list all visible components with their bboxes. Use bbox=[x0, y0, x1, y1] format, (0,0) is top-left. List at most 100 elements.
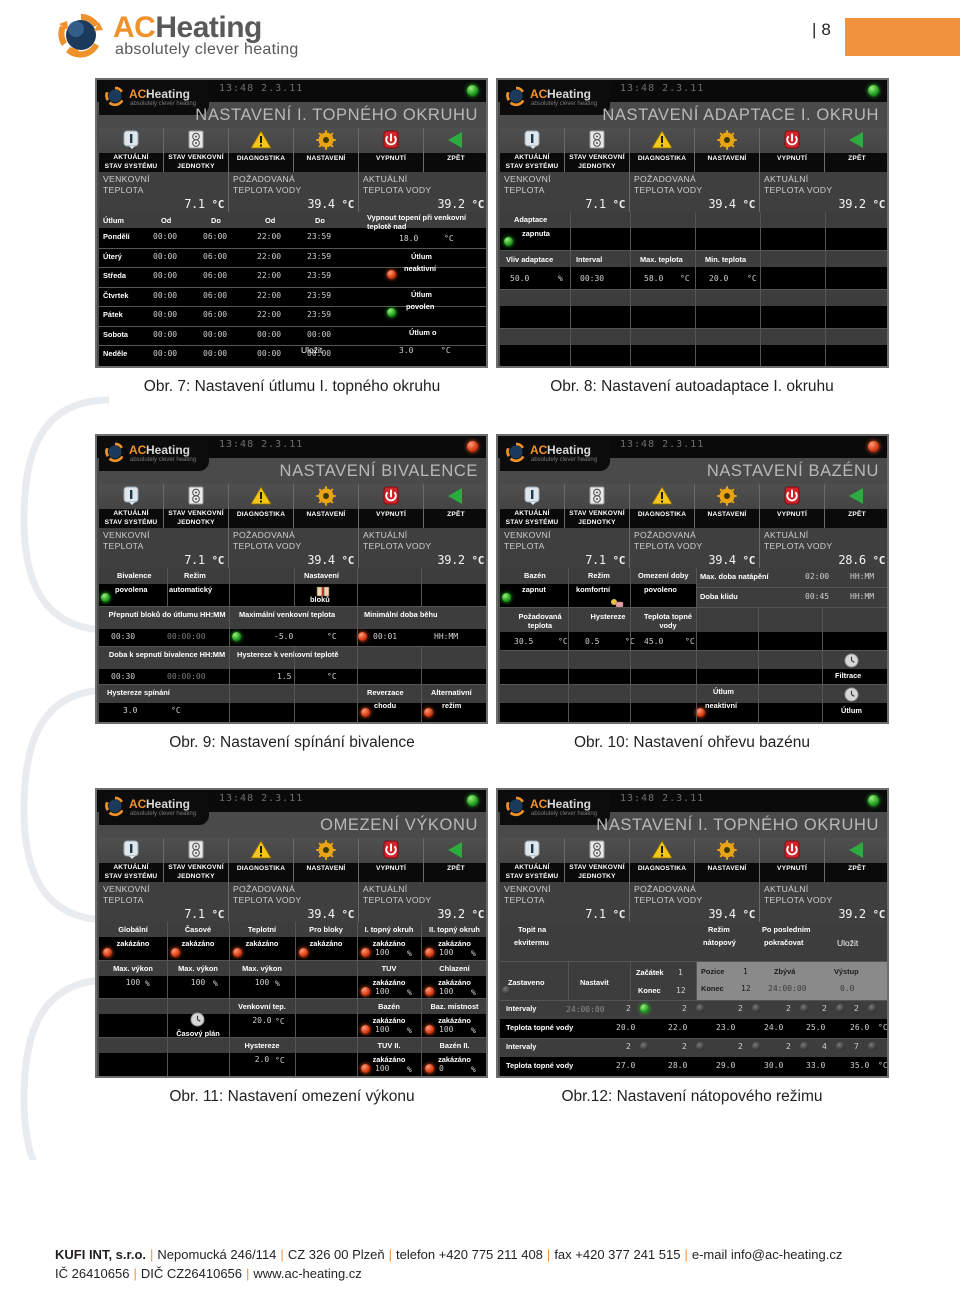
utlum-state2-label1: Útlum bbox=[411, 290, 432, 299]
hmi-divider bbox=[421, 568, 422, 606]
nav-button-2[interactable]: STAV VENKOVNÍ JEDNOTKY bbox=[565, 128, 630, 172]
clock-icon[interactable] bbox=[844, 687, 859, 702]
hmi-divider bbox=[758, 651, 759, 684]
hmi-screen-fig11[interactable]: 13:48 2.3.11 AC Heating absolutely clever h… bbox=[95, 788, 488, 1078]
pool-led bbox=[502, 593, 511, 602]
gear-icon bbox=[716, 130, 738, 150]
nav-button-1[interactable]: AKTUÁLNÍ STAV SYSTÉMU bbox=[500, 838, 565, 882]
nav-button-3[interactable]: DIAGNOSTIKA bbox=[630, 484, 695, 528]
nav-button-2[interactable]: STAV VENKOVNÍ JEDNOTKY bbox=[565, 484, 630, 528]
schedule-do1-2: 06:00 bbox=[203, 251, 228, 261]
dry-tw2-val-2: 28.0 bbox=[668, 1061, 688, 1070]
dry-set-button[interactable]: Nastavit bbox=[580, 978, 609, 987]
nav-button-1[interactable]: AKTUÁLNÍ STAV SYSTÉMU bbox=[99, 484, 164, 528]
dry-iv1-led-4 bbox=[800, 1004, 809, 1013]
biv-switch-time-val: 00:30 bbox=[111, 672, 136, 681]
figure-grid: 13:48 2.3.11 AC Heating absolutely clever h… bbox=[0, 78, 960, 1142]
nav-button-5[interactable]: VYPNUTÍ bbox=[760, 484, 825, 528]
temperature-cell-2: POŽADOVANÁ TEPLOTA VODY 39.4 °C bbox=[229, 172, 359, 212]
footer-line-1-part-3: CZ 326 00 Plzeň bbox=[287, 1247, 385, 1262]
hmi-screen-fig7[interactable]: 13:48 2.3.11 AC Heating absolutely clever h… bbox=[95, 78, 488, 368]
nav-button-5[interactable]: VYPNUTÍ bbox=[359, 838, 424, 882]
nav-button-6[interactable]: ZPĚT bbox=[825, 484, 887, 528]
hmi-divider bbox=[295, 922, 296, 1076]
nav-button-4[interactable]: NASTAVENÍ bbox=[294, 838, 359, 882]
biv-h-hyst-outdoor: Hystereze k venkovní teplotě bbox=[237, 650, 339, 659]
nav-button-1[interactable]: AKTUÁLNÍ STAV SYSTÉMU bbox=[99, 128, 164, 172]
nav-button-3[interactable]: DIAGNOSTIKA bbox=[630, 838, 695, 882]
nav-button-3[interactable]: DIAGNOSTIKA bbox=[229, 838, 294, 882]
pool-v2-3: 45.0 bbox=[644, 637, 664, 646]
hmi-screen-fig10[interactable]: 13:48 2.3.11 AC Heating absolutely clever h… bbox=[496, 434, 889, 724]
nav-button-1[interactable]: AKTUÁLNÍ STAV SYSTÉMU bbox=[500, 484, 565, 528]
hmi-logo-heating: Heating bbox=[547, 443, 592, 457]
nav-button-3[interactable]: DIAGNOSTIKA bbox=[229, 128, 294, 172]
schedule-od1-4: 00:00 bbox=[153, 290, 178, 300]
nav-button-2[interactable]: STAV VENKOVNÍ JEDNOTKY bbox=[164, 128, 229, 172]
hmi-logo-heating: Heating bbox=[146, 797, 191, 811]
hmi-content-fig10: Bazén zapnut Režim komfortní Omezení doby pov… bbox=[500, 568, 887, 722]
blocks-setting-value: bloků bbox=[310, 595, 330, 604]
temperature-label-3: AKTUÁLNÍ TEPLOTA VODY bbox=[764, 530, 833, 551]
dry-iv1-val-4: 2 bbox=[786, 1004, 791, 1013]
power-unit-3-5: % bbox=[407, 1026, 412, 1035]
temperature-value-1: 7.1 °C bbox=[184, 553, 224, 567]
save-button[interactable]: Uložit bbox=[301, 345, 322, 355]
hmi-screen-fig8[interactable]: 13:48 2.3.11 AC Heating absolutely clever h… bbox=[496, 78, 889, 368]
nav-button-4[interactable]: NASTAVENÍ bbox=[695, 128, 760, 172]
nav-button-4[interactable]: NASTAVENÍ bbox=[695, 484, 760, 528]
schedule-header-2: Od bbox=[161, 216, 172, 225]
nav-button-4[interactable]: NASTAVENÍ bbox=[294, 484, 359, 528]
nav-button-6[interactable]: ZPĚT bbox=[424, 484, 486, 528]
power-h-2-2: Max. výkon bbox=[178, 963, 218, 973]
hmi-divider bbox=[167, 568, 168, 606]
hmi-screen-fig9[interactable]: 13:48 2.3.11 AC Heating absolutely clever h… bbox=[95, 434, 488, 724]
hmi-clock: 13:48 2.3.11 bbox=[219, 439, 304, 450]
nav-button-6[interactable]: ZPĚT bbox=[825, 838, 887, 882]
hmi-divider bbox=[630, 651, 631, 684]
nav-button-6[interactable]: ZPĚT bbox=[424, 838, 486, 882]
nav-button-5[interactable]: VYPNUTÍ bbox=[760, 838, 825, 882]
temperature-cell-2: POŽADOVANÁ TEPLOTA VODY 39.4 °C bbox=[229, 882, 359, 922]
nav-button-1[interactable]: AKTUÁLNÍ STAV SYSTÉMU bbox=[500, 128, 565, 172]
nav-button-6[interactable]: ZPĚT bbox=[825, 128, 887, 172]
nav-button-5[interactable]: VYPNUTÍ bbox=[359, 128, 424, 172]
caption-fig10: Obr. 10: Nastavení ohřevu bazénu bbox=[573, 734, 811, 751]
nav-button-3[interactable]: DIAGNOSTIKA bbox=[630, 128, 695, 172]
book-icon[interactable] bbox=[316, 582, 330, 597]
nav-button-6[interactable]: ZPĚT bbox=[424, 128, 486, 172]
power-led-4-5 bbox=[361, 1063, 370, 1073]
power-v-1-4: zakázáno bbox=[309, 939, 343, 948]
hmi-screen-fig12[interactable]: 13:48 2.3.11 AC Heating absolutely clever h… bbox=[496, 788, 889, 1078]
clock-icon[interactable] bbox=[190, 1012, 205, 1027]
nav-button-5[interactable]: VYPNUTÍ bbox=[760, 128, 825, 172]
outdoor-unit-icon bbox=[586, 840, 608, 860]
hmi-screen-title: NASTAVENÍ I. TOPNÉHO OKRUHU bbox=[596, 816, 879, 834]
comfort-icon[interactable] bbox=[610, 594, 624, 608]
pool-rest-val: 00:45 bbox=[805, 592, 830, 601]
hmi-divider bbox=[696, 962, 697, 1000]
schedule-od1-3: 00:00 bbox=[153, 271, 178, 280]
hmi-temperature-row: VENKOVNÍ TEPLOTA 7.1 °C POŽADOVANÁ TEPLOTA V… bbox=[99, 172, 486, 212]
hmi-divider bbox=[99, 248, 486, 249]
temperature-cell-3: AKTUÁLNÍ TEPLOTA VODY 39.2 °C bbox=[359, 172, 486, 212]
hmi-logo-heating: Heating bbox=[146, 87, 191, 101]
hmi-divider bbox=[696, 608, 697, 650]
page-number: | 8 bbox=[812, 20, 831, 40]
nav-button-5[interactable]: VYPNUTÍ bbox=[359, 484, 424, 528]
nav-button-1[interactable]: AKTUÁLNÍ STAV SYSTÉMU bbox=[99, 838, 164, 882]
nav-button-4[interactable]: NASTAVENÍ bbox=[695, 838, 760, 882]
biv-h-switch-time: Doba k sepnutí bivalence HH:MM bbox=[108, 650, 226, 659]
temperature-cell-1: VENKOVNÍ TEPLOTA 7.1 °C bbox=[99, 882, 229, 922]
hmi-divider bbox=[630, 212, 631, 366]
regime-header: Režim bbox=[184, 571, 206, 580]
nav-button-2[interactable]: STAV VENKOVNÍ JEDNOTKY bbox=[565, 838, 630, 882]
nav-button-2[interactable]: STAV VENKOVNÍ JEDNOTKY bbox=[164, 484, 229, 528]
nav-button-4[interactable]: NASTAVENÍ bbox=[294, 128, 359, 172]
clock-icon[interactable] bbox=[844, 653, 859, 668]
dry-save-button[interactable]: Uložit bbox=[837, 938, 858, 948]
nav-button-2[interactable]: STAV VENKOVNÍ JEDNOTKY bbox=[164, 838, 229, 882]
nav-button-3[interactable]: DIAGNOSTIKA bbox=[229, 484, 294, 528]
adapt-value-4: 20.0 bbox=[709, 274, 729, 283]
dry-stopped-label: Zastaveno bbox=[508, 978, 545, 987]
